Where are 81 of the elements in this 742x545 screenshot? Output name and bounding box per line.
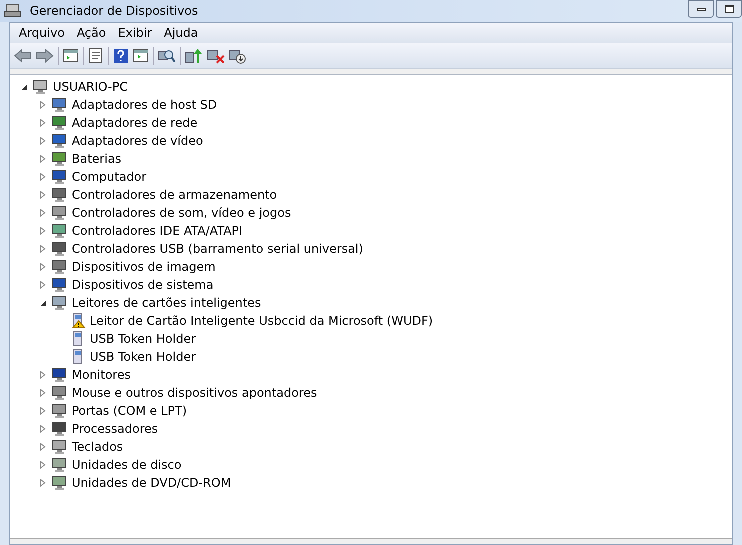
- tree-item[interactable]: Monitores: [72, 366, 131, 384]
- back-icon[interactable]: [14, 48, 32, 62]
- device-icon: [51, 457, 68, 473]
- expand-icon[interactable]: [40, 119, 46, 127]
- device-icon: [51, 403, 68, 419]
- device-icon: [51, 385, 68, 401]
- device-icon: [51, 187, 68, 203]
- device-icon: [32, 79, 49, 95]
- tree-item[interactable]: Controladores USB (barramento serial universal): [72, 240, 364, 258]
- expand-icon[interactable]: [40, 245, 46, 253]
- tree-item[interactable]: Teclados: [72, 438, 124, 456]
- tree-item[interactable]: Processadores: [72, 420, 158, 438]
- device-icon: [51, 439, 68, 455]
- collapse-icon[interactable]: [20, 84, 28, 90]
- device-icon: [51, 241, 68, 257]
- device-icon: [51, 133, 68, 149]
- properties-icon[interactable]: [88, 48, 104, 64]
- expand-icon[interactable]: [40, 281, 46, 289]
- install-icon[interactable]: [229, 48, 247, 64]
- tree-item[interactable]: Adaptadores de host SD: [72, 96, 218, 114]
- device-icon: [51, 223, 68, 239]
- menu-item[interactable]: Arquivo: [13, 24, 71, 42]
- maximize-button[interactable]: [716, 0, 742, 18]
- tree-item[interactable]: USUARIO-PC: [53, 78, 128, 96]
- expand-icon[interactable]: [40, 173, 46, 181]
- tree-item[interactable]: Leitores de cartões inteligentes: [72, 294, 262, 312]
- expand-icon[interactable]: [40, 101, 46, 109]
- tree-item[interactable]: Portas (COM e LPT): [72, 402, 188, 420]
- expand-icon[interactable]: [40, 479, 46, 487]
- computer-icon: [4, 3, 22, 19]
- forward-icon[interactable]: [36, 48, 54, 62]
- device-icon: [51, 367, 68, 383]
- tree-item[interactable]: Unidades de disco: [72, 456, 182, 474]
- tree-item[interactable]: Controladores de armazenamento: [72, 186, 278, 204]
- expand-icon[interactable]: [40, 389, 46, 397]
- device-icon: [51, 259, 68, 275]
- device-icon: [51, 169, 68, 185]
- device-icon: [51, 97, 68, 113]
- device-icon: [51, 115, 68, 131]
- expand-icon[interactable]: [40, 443, 46, 451]
- menu-item[interactable]: Ajuda: [158, 24, 204, 42]
- tree-item[interactable]: Baterias: [72, 150, 122, 168]
- tree-item[interactable]: Adaptadores de rede: [72, 114, 198, 132]
- collapse-icon[interactable]: [40, 300, 46, 306]
- window-title: Gerenciador de Dispositivos: [30, 3, 198, 20]
- device-icon: [51, 205, 68, 221]
- expand-icon[interactable]: [40, 371, 46, 379]
- expand-icon[interactable]: [40, 155, 46, 163]
- tree-item[interactable]: Controladores IDE ATA/ATAPI: [72, 222, 243, 240]
- tree-item[interactable]: Controladores de som, vídeo e jogos: [72, 204, 292, 222]
- disable-icon[interactable]: [207, 48, 225, 64]
- tree-item[interactable]: Unidades de DVD/CD-ROM: [72, 474, 232, 492]
- expand-icon[interactable]: [40, 461, 46, 469]
- minimize-button[interactable]: [688, 0, 714, 18]
- expand-icon[interactable]: [40, 191, 46, 199]
- expand-icon[interactable]: [40, 263, 46, 271]
- expand-icon[interactable]: [40, 425, 46, 433]
- panel-icon[interactable]: [133, 48, 149, 64]
- expand-icon[interactable]: [40, 407, 46, 415]
- tree-item[interactable]: USB Token Holder: [90, 330, 196, 348]
- device-icon: [51, 475, 68, 491]
- tree-item[interactable]: Computador: [72, 168, 147, 186]
- scan-icon[interactable]: [158, 48, 176, 64]
- update-icon[interactable]: [185, 48, 203, 64]
- device-icon: [51, 421, 68, 437]
- device-icon: [51, 151, 68, 167]
- tree-item[interactable]: Adaptadores de vídeo: [72, 132, 204, 150]
- help-icon[interactable]: [113, 48, 129, 64]
- tree-item[interactable]: Mouse e outros dispositivos apontadores: [72, 384, 318, 402]
- tree-item[interactable]: Leitor de Cartão Inteligente Usbccid da Microsoft (WUDF): [90, 312, 434, 330]
- device-icon: [51, 277, 68, 293]
- panel-icon[interactable]: [63, 48, 79, 64]
- tree-item[interactable]: USB Token Holder: [90, 348, 196, 366]
- tree-item[interactable]: Dispositivos de sistema: [72, 276, 214, 294]
- menu-item[interactable]: Ação: [70, 24, 112, 42]
- menu-item[interactable]: Exibir: [112, 24, 158, 42]
- device-icon: [51, 295, 68, 311]
- tree-item[interactable]: Dispositivos de imagem: [72, 258, 216, 276]
- expand-icon[interactable]: [40, 227, 46, 235]
- expand-icon[interactable]: [40, 137, 46, 145]
- expand-icon[interactable]: [40, 209, 46, 217]
